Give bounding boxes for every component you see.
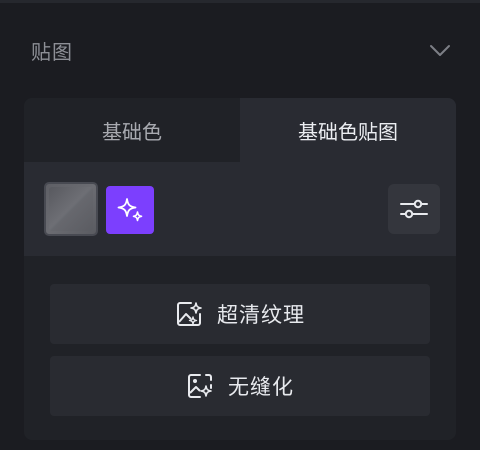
hd-texture-button[interactable]: 超清纹理 <box>50 284 430 344</box>
seamless-button[interactable]: 无缝化 <box>50 356 430 416</box>
sliders-icon <box>400 199 428 219</box>
top-divider <box>0 0 480 3</box>
tab-bar: 基础色 基础色贴图 <box>24 98 456 162</box>
collapse-button[interactable] <box>427 40 453 62</box>
texture-panel-root: 贴图 基础色 基础色贴图 超清纹理 无缝化 <box>0 0 480 450</box>
tab-base-color-texture[interactable]: 基础色贴图 <box>240 98 456 162</box>
section-title: 贴图 <box>31 40 73 64</box>
swatch-row <box>24 162 456 256</box>
section-header[interactable]: 贴图 <box>0 24 480 74</box>
tab-base-color-label: 基础色 <box>102 119 162 144</box>
hd-texture-label: 超清纹理 <box>217 303 305 327</box>
chevron-down-icon <box>430 45 450 56</box>
color-swatch-fill <box>49 187 93 231</box>
tab-base-color[interactable]: 基础色 <box>24 98 240 162</box>
image-sparkle-icon <box>175 300 203 328</box>
adjust-settings-button[interactable] <box>388 184 440 234</box>
tab-base-color-texture-label: 基础色贴图 <box>298 119 398 144</box>
sparkle-icon <box>117 198 143 222</box>
texture-card: 基础色 基础色贴图 超清纹理 无缝化 <box>24 98 456 440</box>
image-tile-icon <box>186 372 214 400</box>
color-swatch[interactable] <box>44 182 98 236</box>
ai-generate-button[interactable] <box>106 186 154 234</box>
seamless-label: 无缝化 <box>228 375 294 399</box>
